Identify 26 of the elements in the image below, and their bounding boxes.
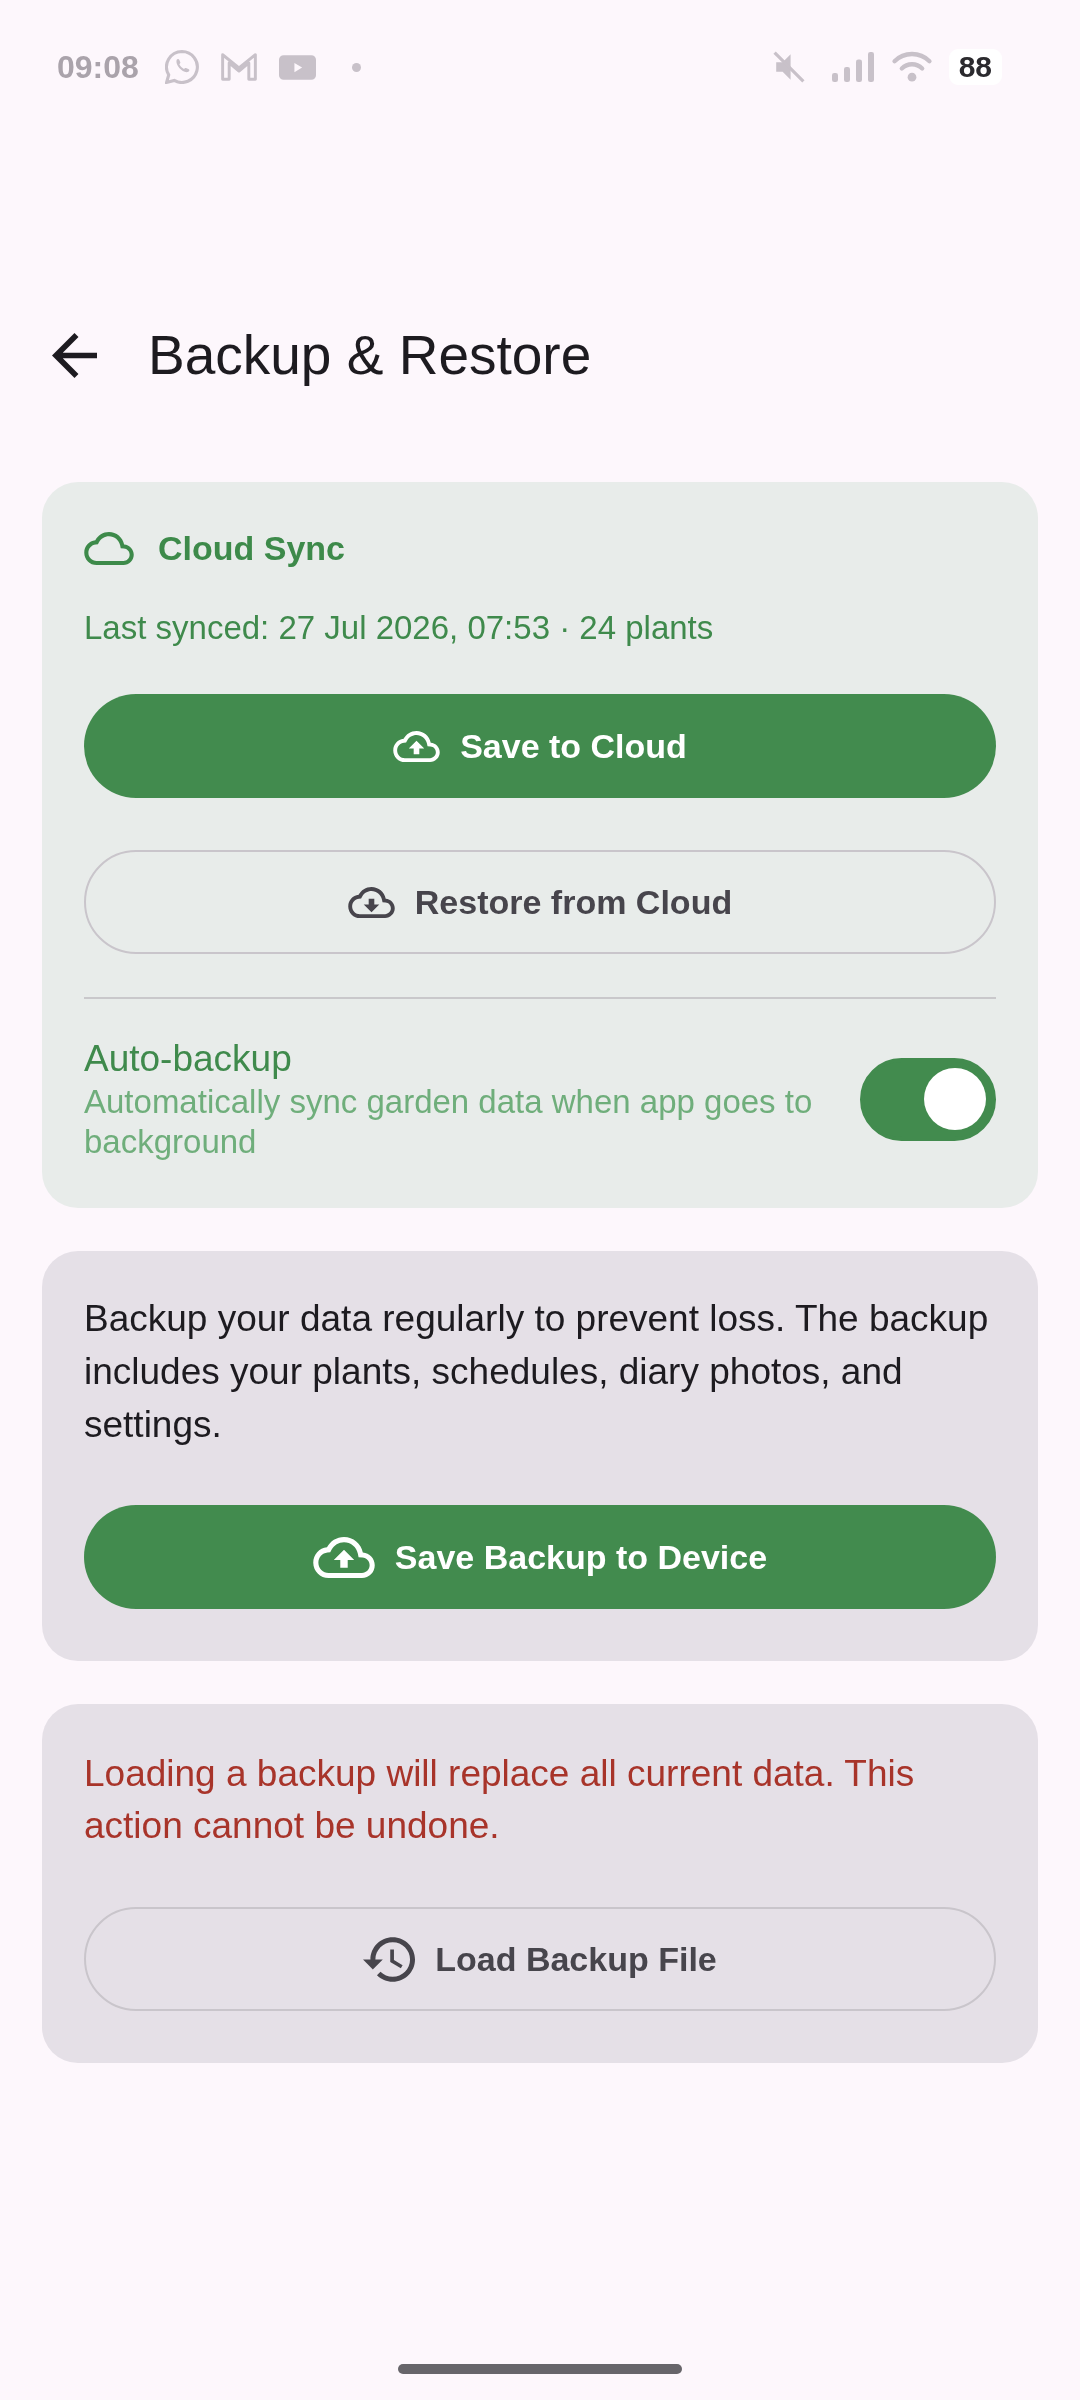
mute-icon bbox=[772, 51, 805, 83]
signal-icon bbox=[830, 52, 875, 82]
battery-level: 88 bbox=[948, 49, 1002, 85]
play-icon bbox=[278, 54, 316, 80]
backup-info-text: Backup your data regularly to prevent loss. The backup includes your plants, schedules, diary photos, and settings. bbox=[84, 1297, 990, 1447]
status-time: 09:08 bbox=[57, 48, 139, 87]
back-arrow-icon[interactable] bbox=[52, 332, 97, 378]
primary-button[interactable]: Save to Cloud bbox=[84, 694, 996, 798]
auto-backup-description: Automatically sync garden data when app goes to background bbox=[84, 1082, 814, 1162]
history-icon bbox=[363, 1936, 416, 1982]
screen-title: Backup & Restore bbox=[148, 323, 592, 388]
warning-text: Loading a backup will replace all current data. This action cannot be undone. bbox=[84, 1752, 916, 1848]
outlined-button[interactable]: Restore from Cloud bbox=[84, 850, 996, 954]
last-synced-text: Last synced: 27 Jul 2026, 07:53 · 24 plants bbox=[84, 610, 715, 646]
wifi-icon bbox=[890, 51, 933, 83]
cloud-upload-icon bbox=[312, 1536, 375, 1578]
envelope-icon bbox=[220, 53, 257, 81]
cloud-upload-icon bbox=[393, 730, 441, 762]
card-title: Cloud Sync bbox=[158, 528, 346, 569]
outlined-button[interactable]: Load Backup File bbox=[84, 1907, 996, 2011]
cloud-icon bbox=[84, 531, 134, 565]
chat-bubble-icon bbox=[164, 50, 199, 84]
dot-icon bbox=[351, 62, 361, 72]
cloud-download-icon bbox=[347, 886, 395, 918]
auto-backup-label: Auto-backup bbox=[84, 1037, 293, 1081]
primary-button[interactable]: Save Backup to Device bbox=[84, 1505, 996, 1609]
